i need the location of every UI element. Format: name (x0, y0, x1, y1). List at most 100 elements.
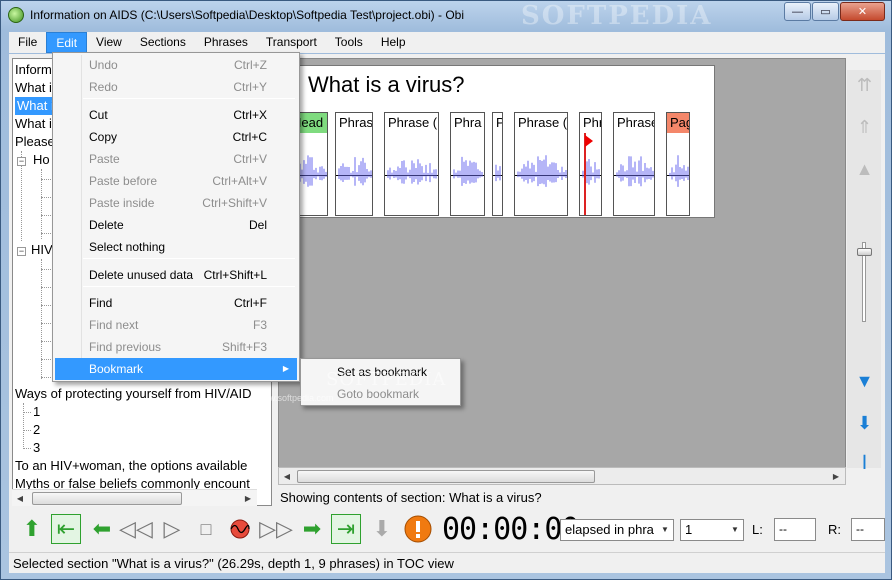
menu-tools[interactable]: Tools (326, 32, 372, 53)
toc-item[interactable]: 3 (33, 439, 40, 457)
menu-cut[interactable]: Cut Ctrl+X (55, 104, 297, 126)
level-dropdown[interactable]: 1 ▼ (680, 519, 744, 541)
toc-item[interactable]: Please (15, 133, 55, 151)
phrase-label: Phrase ( (515, 113, 567, 133)
scroll-left-icon[interactable]: ◀ (279, 468, 295, 485)
scroll-right-icon[interactable]: ▶ (828, 468, 844, 485)
menu-find[interactable]: Find Ctrl+F (55, 292, 297, 314)
section-strip[interactable]: What is a virus? HeadPhrasPhrase (PhraPP… (288, 65, 715, 218)
play-icon[interactable]: ▷ (157, 514, 187, 544)
toc-item[interactable]: Ho (33, 151, 50, 169)
right-toolbar: ⇈ ⇑ ▲ ▼ ⬇ ┃ (847, 70, 881, 469)
toc-item[interactable]: 1 (33, 403, 40, 421)
content-horizontal-scrollbar[interactable]: ◀ ▶ (278, 467, 846, 485)
down-arrow-blue-icon[interactable]: ⬇ (851, 410, 878, 437)
menu-find-next[interactable]: Find next F3 (55, 314, 297, 336)
menu-item-label: Find next (89, 318, 139, 332)
maximize-button[interactable]: ▭ (812, 2, 839, 21)
toc-item[interactable]: 2 (33, 421, 40, 439)
left-arrow-green-icon[interactable]: ⬅ (87, 514, 117, 544)
menu-item-label: Bookmark (89, 362, 144, 376)
menu-file[interactable]: File (9, 32, 46, 53)
record-icon[interactable] (225, 514, 255, 544)
toc-item[interactable]: Ways of protecting yourself from HIV/AID (15, 385, 251, 403)
right-arrow-green-icon[interactable]: ➡ (297, 514, 327, 544)
up-arrow-gray-icon[interactable]: ⇈ (851, 72, 878, 99)
content-view[interactable]: What is a virus? HeadPhrasPhrase (PhraPP… (278, 58, 846, 468)
scroll-thumb[interactable] (32, 492, 182, 505)
menu-edit[interactable]: Edit (46, 32, 88, 53)
rewind-icon[interactable]: ◁◁ (119, 514, 153, 544)
menu-item-label: Cut (89, 108, 108, 122)
triangle-gray-icon[interactable]: ▲ (851, 156, 878, 183)
toc-item[interactable]: Inform (15, 61, 52, 79)
menu-item-shortcut: Ctrl+C (232, 130, 267, 144)
down-arrow-gray-icon[interactable]: ⬇ (367, 514, 397, 544)
phrase-block[interactable]: Phrase ( (514, 112, 568, 216)
time-mode-dropdown[interactable]: elapsed in phra ▼ (560, 519, 674, 541)
menu-find-previous[interactable]: Find previous Shift+F3 (55, 336, 297, 358)
minimize-button[interactable]: — (784, 2, 811, 21)
phrase-block[interactable]: Phrase ( (384, 112, 439, 216)
menu-delete[interactable]: Delete Del (55, 214, 297, 236)
phrase-label: Pag (667, 113, 689, 133)
expander-icon[interactable]: − (17, 247, 26, 256)
phrase-block[interactable]: P (492, 112, 503, 216)
menu-separator (83, 258, 295, 259)
toc-horizontal-scrollbar[interactable]: ◀ ▶ (12, 489, 257, 506)
close-button[interactable]: ✕ (840, 2, 885, 21)
menu-phrases[interactable]: Phrases (195, 32, 257, 53)
menu-paste-inside[interactable]: Paste inside Ctrl+Shift+V (55, 192, 297, 214)
app-window: Information on AIDS (C:\Users\Softpedia\… (0, 0, 892, 580)
phrase-block[interactable]: Phrase (613, 112, 655, 216)
up-arrow-gray-icon[interactable]: ⇑ (851, 114, 878, 141)
next-section-icon[interactable]: ⇥ (331, 514, 361, 544)
menu-item-label: Copy (89, 130, 118, 144)
menu-delete-unused-data[interactable]: Delete unused data Ctrl+Shift+L (55, 264, 297, 286)
phrase-label: Phr (580, 113, 601, 133)
chevron-down-icon: ▼ (661, 525, 669, 534)
toc-item[interactable]: What i (15, 115, 52, 133)
menu-item-label: Undo (89, 58, 118, 72)
menu-help[interactable]: Help (372, 32, 415, 53)
stop-icon[interactable]: □ (191, 514, 221, 544)
previous-section-icon[interactable]: ⇤ (51, 514, 81, 544)
menu-view[interactable]: View (87, 32, 131, 53)
scroll-right-icon[interactable]: ▶ (240, 490, 256, 507)
toc-item[interactable]: HIV (31, 241, 53, 259)
menu-item-shortcut: Ctrl+Z (234, 58, 267, 72)
menu-sections[interactable]: Sections (131, 32, 195, 53)
menu-item-label: Find (89, 296, 113, 310)
up-arrow-green-icon[interactable]: ⬆ (17, 514, 47, 544)
toc-item-selected[interactable]: What i (15, 97, 56, 115)
phrase-block[interactable]: Pag (666, 112, 690, 216)
phrase-block[interactable]: Phra (450, 112, 485, 216)
menu-bookmark[interactable]: Bookmark ▶ (55, 358, 297, 380)
menu-copy[interactable]: Copy Ctrl+C (55, 126, 297, 148)
down-triangle-blue-icon[interactable]: ▼ (851, 368, 878, 395)
toc-item[interactable]: To an HIV+woman, the options available (15, 457, 247, 475)
phrase-block[interactable]: Phr (579, 112, 602, 216)
level-value: 1 (685, 522, 693, 537)
menu-paste-before[interactable]: Paste before Ctrl+Alt+V (55, 170, 297, 192)
phrase-label: P (493, 113, 502, 133)
phrase-block[interactable]: Phras (335, 112, 373, 216)
menu-item-label: Delete unused data (89, 268, 194, 282)
phrase-label: Phrase ( (385, 113, 438, 133)
expander-icon[interactable]: − (17, 157, 26, 166)
menu-select-nothing[interactable]: Select nothing (55, 236, 297, 258)
alert-icon[interactable] (403, 514, 433, 544)
menu-undo[interactable]: Undo Ctrl+Z (55, 54, 297, 76)
scroll-thumb[interactable] (297, 470, 595, 483)
toc-item[interactable]: What i (15, 79, 52, 97)
scroll-left-icon[interactable]: ◀ (12, 490, 28, 507)
submenu-arrow-icon: ▶ (282, 364, 289, 373)
menu-redo[interactable]: Redo Ctrl+Y (55, 76, 297, 98)
menu-paste[interactable]: Paste Ctrl+V (55, 148, 297, 170)
fast-forward-icon[interactable]: ▷▷ (259, 514, 293, 544)
close-icon: ✕ (857, 6, 868, 18)
transport-bar: ⬆ ⇤ ⬅ ◁◁ ▷ □ ▷▷ ➡ ⇥ ⬇ 00:00:00 elapsed i… (9, 508, 885, 550)
title-bar[interactable]: Information on AIDS (C:\Users\Softpedia\… (1, 1, 891, 31)
zoom-slider-thumb[interactable] (857, 248, 872, 256)
menu-transport[interactable]: Transport (257, 32, 326, 53)
